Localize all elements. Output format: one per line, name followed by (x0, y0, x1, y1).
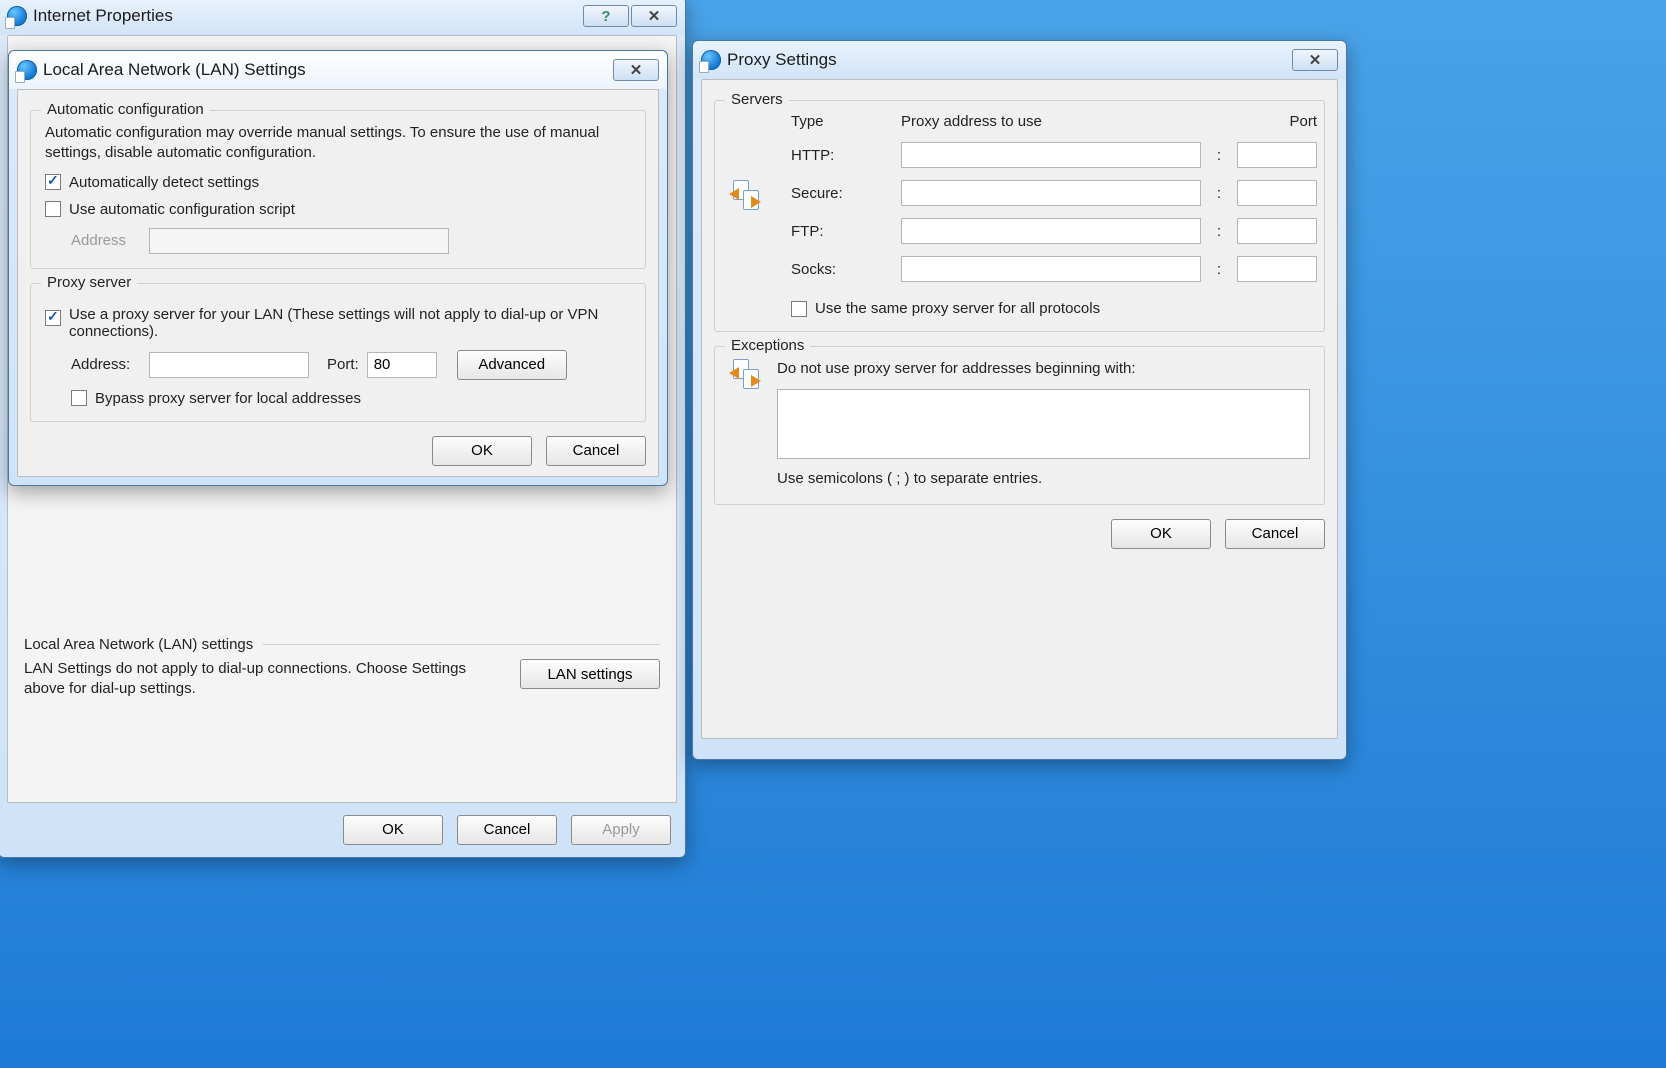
proxy-address-input[interactable] (149, 352, 309, 378)
internet-options-icon (7, 6, 27, 26)
auto-note: Automatic configuration may override man… (45, 123, 631, 164)
lan-section-note: LAN Settings do not apply to dial-up con… (24, 659, 502, 700)
ps-ok-button[interactable]: OK (1111, 519, 1211, 549)
auto-legend: Automatic configuration (41, 101, 210, 118)
automatic-configuration-group: Automatic configuration Automatic config… (30, 110, 646, 269)
ip-cancel-button[interactable]: Cancel (457, 815, 557, 845)
same-proxy-checkbox[interactable] (791, 301, 807, 317)
exceptions-legend: Exceptions (725, 337, 810, 354)
internet-options-icon (701, 50, 721, 70)
bypass-local-checkbox[interactable] (71, 390, 87, 406)
use-script-checkbox[interactable] (45, 201, 61, 217)
close-button[interactable]: ✕ (631, 5, 677, 27)
proxy-settings-window: Proxy Settings ✕ Servers Type Proxy addr… (692, 40, 1347, 760)
socks-port-input[interactable] (1237, 256, 1317, 282)
servers-icon (729, 180, 761, 212)
colon-sep: : (1211, 147, 1227, 164)
proxy-settings-titlebar[interactable]: Proxy Settings ✕ (693, 41, 1346, 79)
exceptions-group: Exceptions Do not use proxy server for a… (714, 346, 1325, 505)
advanced-button[interactable]: Advanced (457, 350, 567, 380)
secure-address-input[interactable] (901, 180, 1201, 206)
col-type: Type (791, 113, 891, 130)
http-address-input[interactable] (901, 142, 1201, 168)
help-button[interactable]: ? (583, 5, 629, 27)
ip-ok-button[interactable]: OK (343, 815, 443, 845)
script-address-input[interactable] (149, 228, 449, 254)
lan-section-legend: Local Area Network (LAN) settings (24, 636, 253, 653)
proxy-port-input[interactable] (367, 352, 437, 378)
use-proxy-label: Use a proxy server for your LAN (These s… (69, 306, 629, 340)
col-port: Port (1237, 113, 1317, 130)
ip-lan-section: Local Area Network (LAN) settings LAN Se… (24, 636, 660, 700)
use-proxy-checkbox[interactable] (45, 310, 61, 326)
proxy-server-group: Proxy server Use a proxy server for your… (30, 283, 646, 422)
colon-sep: : (1211, 261, 1227, 278)
bypass-local-label: Bypass proxy server for local addresses (95, 390, 361, 407)
secure-port-input[interactable] (1237, 180, 1317, 206)
internet-properties-title: Internet Properties (33, 6, 583, 26)
colon-sep: : (1211, 185, 1227, 202)
exceptions-icon (729, 359, 761, 391)
internet-options-icon (17, 60, 37, 80)
auto-detect-checkbox[interactable] (45, 174, 61, 190)
proxy-settings-title: Proxy Settings (727, 50, 1292, 70)
close-button[interactable]: ✕ (1292, 49, 1338, 71)
lan-settings-body: Automatic configuration Automatic config… (17, 89, 659, 477)
colon-sep: : (1211, 223, 1227, 240)
close-button[interactable]: ✕ (613, 59, 659, 81)
servers-group: Servers Type Proxy address to use Port H… (714, 100, 1325, 332)
ftp-label: FTP: (791, 223, 891, 240)
socks-address-input[interactable] (901, 256, 1201, 282)
ps-cancel-button[interactable]: Cancel (1225, 519, 1325, 549)
lan-settings-window: Local Area Network (LAN) Settings ✕ Auto… (8, 50, 668, 486)
exceptions-hint: Use semicolons ( ; ) to separate entries… (777, 469, 1310, 489)
proxy-legend: Proxy server (41, 274, 137, 291)
socks-label: Socks: (791, 261, 891, 278)
secure-label: Secure: (791, 185, 891, 202)
separator-line (263, 644, 660, 645)
lan-settings-titlebar[interactable]: Local Area Network (LAN) Settings ✕ (9, 51, 667, 89)
proxy-settings-body: Servers Type Proxy address to use Port H… (701, 79, 1338, 739)
http-label: HTTP: (791, 147, 891, 164)
http-port-input[interactable] (1237, 142, 1317, 168)
ip-apply-button[interactable]: Apply (571, 815, 671, 845)
ftp-address-input[interactable] (901, 218, 1201, 244)
internet-properties-titlebar[interactable]: Internet Properties ? ✕ (0, 0, 685, 35)
lan-cancel-button[interactable]: Cancel (546, 436, 646, 466)
servers-legend: Servers (725, 91, 789, 108)
use-script-label: Use automatic configuration script (69, 201, 295, 218)
lan-ok-button[interactable]: OK (432, 436, 532, 466)
exceptions-textarea[interactable] (777, 389, 1310, 459)
proxy-address-label: Address: (71, 356, 141, 373)
auto-detect-label: Automatically detect settings (69, 174, 259, 191)
same-proxy-label: Use the same proxy server for all protoc… (815, 300, 1100, 317)
proxy-port-label: Port: (327, 356, 359, 373)
ftp-port-input[interactable] (1237, 218, 1317, 244)
script-address-label: Address (71, 232, 141, 249)
col-addr: Proxy address to use (901, 113, 1201, 130)
lan-settings-title: Local Area Network (LAN) Settings (43, 60, 613, 80)
exceptions-note: Do not use proxy server for addresses be… (777, 359, 1310, 379)
lan-settings-button[interactable]: LAN settings (520, 659, 660, 689)
